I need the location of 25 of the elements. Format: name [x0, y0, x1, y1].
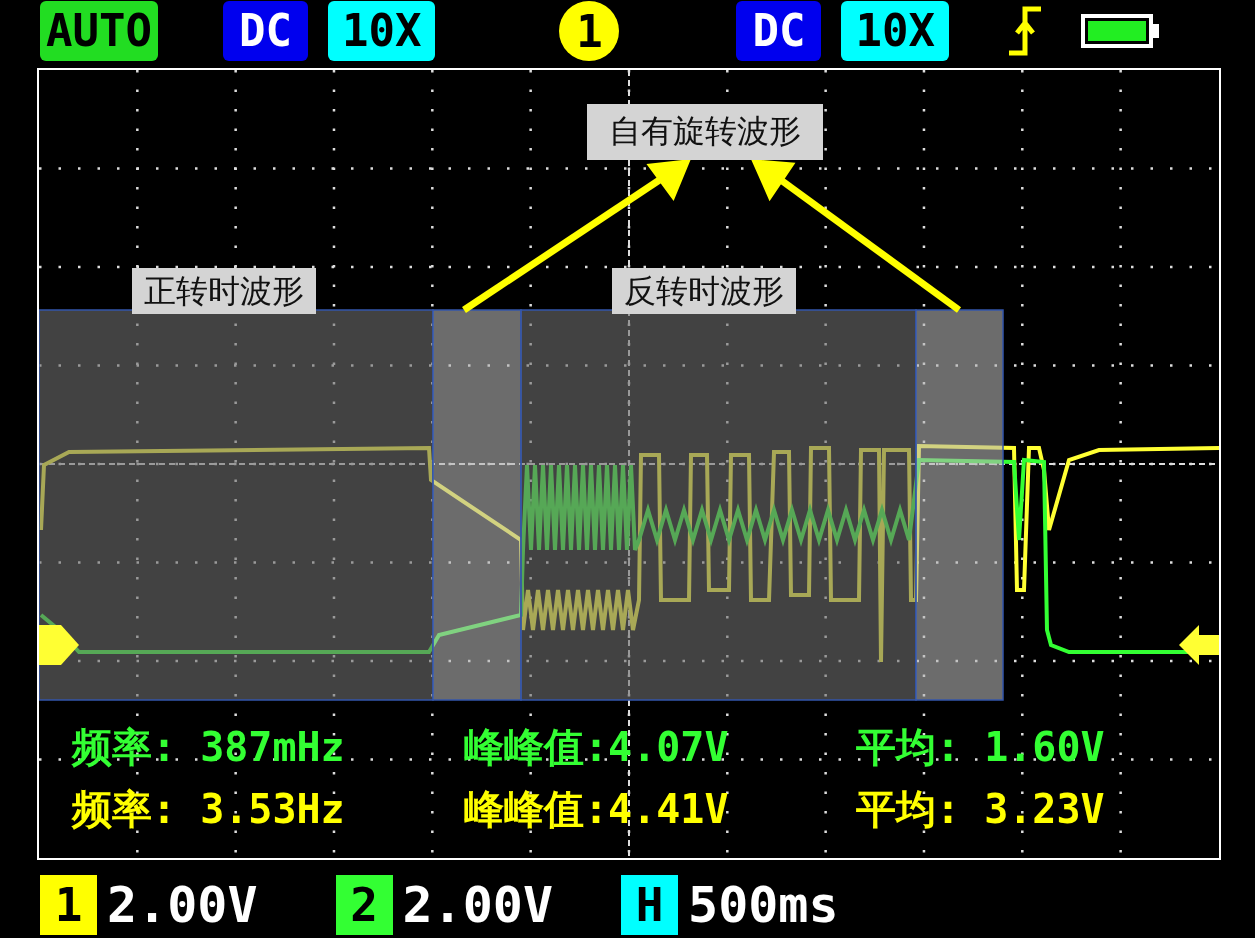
- probe-indicator: 10X: [841, 1, 949, 61]
- channel-badge: 1: [40, 875, 97, 935]
- measurement-reading: 峰峰值:4.07V: [464, 725, 730, 769]
- channel-badge: 2: [335, 875, 393, 935]
- measurement-reading: 平均: 3.23V: [856, 787, 1106, 831]
- coupling-indicator: DC: [222, 1, 308, 61]
- channel-marker-icon: [39, 625, 79, 665]
- measurement-reading: 频率: 3.53Hz: [72, 787, 346, 831]
- trigger-level-marker-icon: [1179, 625, 1219, 665]
- rising-edge-trigger-icon: [1006, 5, 1041, 57]
- section-label: 反转时波形: [612, 268, 796, 314]
- measurement-reading: 平均: 1.60V: [856, 725, 1106, 769]
- measurement-reading: 峰峰值:4.41V: [464, 787, 730, 831]
- probe-indicator: 10X: [327, 1, 436, 61]
- battery-icon: [1080, 14, 1161, 48]
- measurement-reading: 频率: 387mHz: [72, 725, 346, 769]
- channel-badge: H: [621, 875, 679, 935]
- scale-reading: 2.00V: [107, 876, 258, 934]
- coupling-indicator: DC: [736, 1, 822, 61]
- section-label: 正转时波形: [132, 268, 316, 314]
- callout-label: 自有旋转波形: [587, 104, 823, 160]
- selected-channel-indicator: 1: [559, 1, 620, 61]
- scale-reading: 2.00V: [402, 876, 554, 934]
- mode-indicator: AUTO: [40, 1, 158, 61]
- scale-reading: 500ms: [688, 876, 839, 934]
